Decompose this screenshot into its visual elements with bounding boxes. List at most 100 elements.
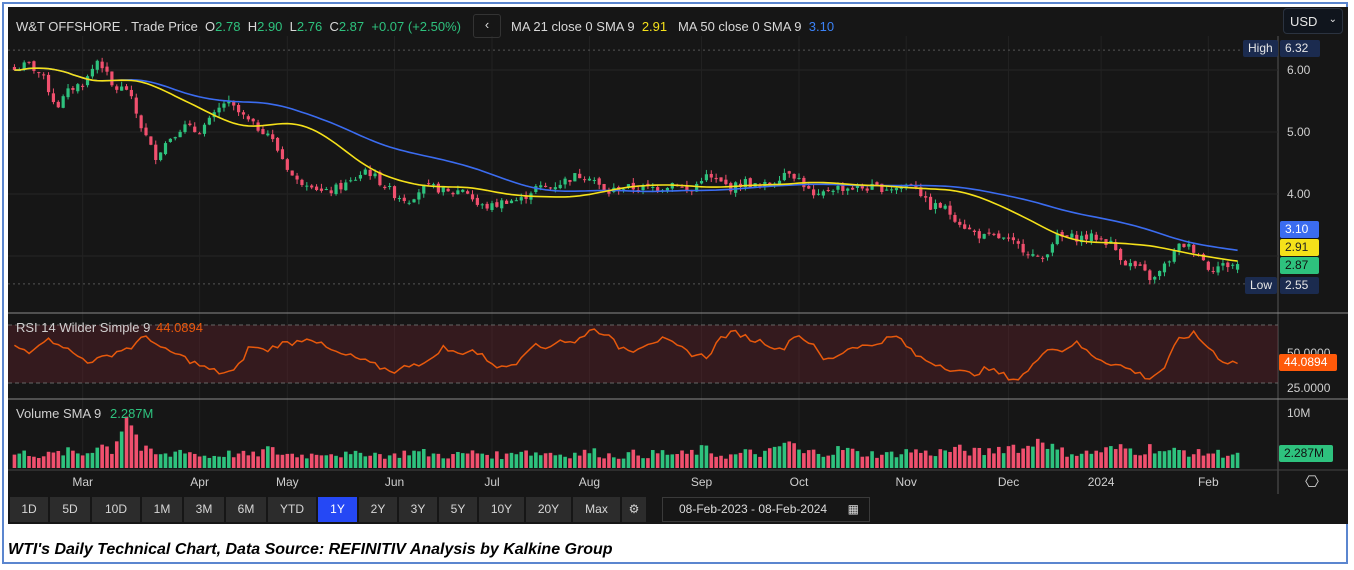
candle-body: [680, 186, 684, 188]
volume-bar: [1050, 443, 1055, 468]
candle-body: [188, 123, 192, 126]
volume-bar: [1094, 450, 1099, 468]
candle-body: [368, 169, 372, 177]
volume-bar: [792, 443, 796, 468]
volume-bar: [1221, 457, 1225, 468]
candle-body: [417, 192, 421, 200]
candle-body: [1026, 254, 1030, 256]
volume-bar: [767, 448, 772, 468]
volume-bar: [850, 448, 855, 468]
range-button-1y[interactable]: 1Y: [318, 497, 357, 522]
volume-bar: [787, 441, 792, 468]
volume-bar: [665, 454, 670, 468]
range-button-ytd[interactable]: YTD: [268, 497, 316, 522]
volume-bar: [246, 455, 251, 468]
settings-icon[interactable]: ⎔: [1302, 472, 1322, 492]
volume-bar: [641, 458, 645, 468]
candle-body: [997, 233, 1001, 239]
volume-bar: [66, 447, 70, 468]
volume-bar: [314, 454, 319, 468]
candle-body: [1226, 262, 1230, 268]
volume-bar: [719, 455, 723, 468]
candle-body: [446, 188, 450, 192]
candle-body: [402, 197, 406, 201]
candle-body: [76, 84, 80, 92]
volume-bar: [889, 451, 894, 468]
candle-body: [139, 115, 143, 129]
low-label: L: [289, 18, 297, 34]
range-button-6m[interactable]: 6M: [226, 497, 266, 522]
volume-bar: [222, 456, 226, 468]
volume-bar: [397, 457, 402, 468]
range-button-1d[interactable]: 1D: [10, 497, 48, 522]
gear-icon[interactable]: ⚙: [622, 497, 646, 522]
volume-bar: [1021, 448, 1025, 468]
volume-bar: [748, 449, 753, 468]
volume-bar: [738, 452, 743, 468]
volume-sma-value: 2.287M: [110, 406, 154, 421]
volume-bar: [831, 454, 835, 468]
range-button-3m[interactable]: 3M: [184, 497, 224, 522]
volume-bar: [80, 455, 85, 468]
volume-bar: [802, 453, 806, 468]
volume-bar: [982, 455, 986, 468]
volume-bar: [426, 456, 431, 468]
volume-bar: [563, 456, 567, 468]
range-button-10d[interactable]: 10D: [92, 497, 140, 522]
candle-body: [1231, 264, 1235, 266]
volume-tag: 2.287M: [1279, 445, 1333, 462]
volume-bar: [163, 453, 168, 468]
range-button-1m[interactable]: 1M: [142, 497, 182, 522]
candle-body: [329, 190, 333, 194]
candle-body: [953, 214, 957, 222]
volume-bar: [860, 456, 865, 468]
volume-bar: [1196, 449, 1201, 468]
volume-bar: [495, 451, 499, 468]
candle-body: [100, 61, 104, 69]
volume-bar: [1211, 453, 1215, 468]
volume-bar: [655, 453, 660, 468]
volume-bar: [300, 454, 304, 468]
candle-body: [271, 134, 275, 140]
candle-body: [56, 101, 60, 108]
range-button-20y[interactable]: 20Y: [526, 497, 571, 522]
range-button-10y[interactable]: 10Y: [479, 497, 524, 522]
volume-bar: [417, 451, 421, 468]
volume-bar: [183, 453, 187, 468]
volume-bar: [519, 451, 524, 468]
candle-body: [1016, 241, 1020, 244]
range-button-max[interactable]: Max: [573, 497, 620, 522]
volume-bar: [797, 449, 801, 468]
date-range-picker[interactable]: 08-Feb-2023 - 08-Feb-2024 ▦: [662, 497, 870, 522]
range-button-5y[interactable]: 5Y: [439, 497, 477, 522]
month-label: Apr: [190, 475, 209, 489]
volume-bar: [387, 455, 392, 468]
range-button-2y[interactable]: 2Y: [359, 497, 397, 522]
candle-body: [573, 173, 577, 182]
candle-body: [500, 200, 504, 209]
high-value: 2.90: [257, 18, 283, 34]
volume-bar: [753, 454, 757, 468]
volume-bar: [295, 457, 299, 468]
volume-bar: [636, 455, 640, 468]
volume-bar: [114, 441, 119, 468]
candle-body: [812, 189, 816, 196]
collapse-legend-button[interactable]: ‹: [473, 14, 501, 38]
volume-bar: [1006, 446, 1011, 468]
volume-bar: [485, 454, 489, 468]
range-button-3y[interactable]: 3Y: [399, 497, 437, 522]
candle-body: [563, 178, 567, 185]
candle-body: [558, 184, 562, 189]
volume-bar: [933, 456, 938, 468]
volume-bar: [958, 444, 962, 468]
volume-bar: [1074, 455, 1079, 468]
candle-body: [300, 179, 304, 186]
range-button-5d[interactable]: 5D: [50, 497, 90, 522]
currency-select[interactable]: USD ⌄: [1283, 8, 1343, 34]
volume-bar: [821, 456, 826, 468]
candle-body: [992, 233, 996, 235]
volume-bar: [1104, 447, 1108, 468]
volume-bar: [1167, 450, 1172, 468]
candle-body: [495, 202, 499, 207]
volume-bar: [1011, 444, 1016, 468]
